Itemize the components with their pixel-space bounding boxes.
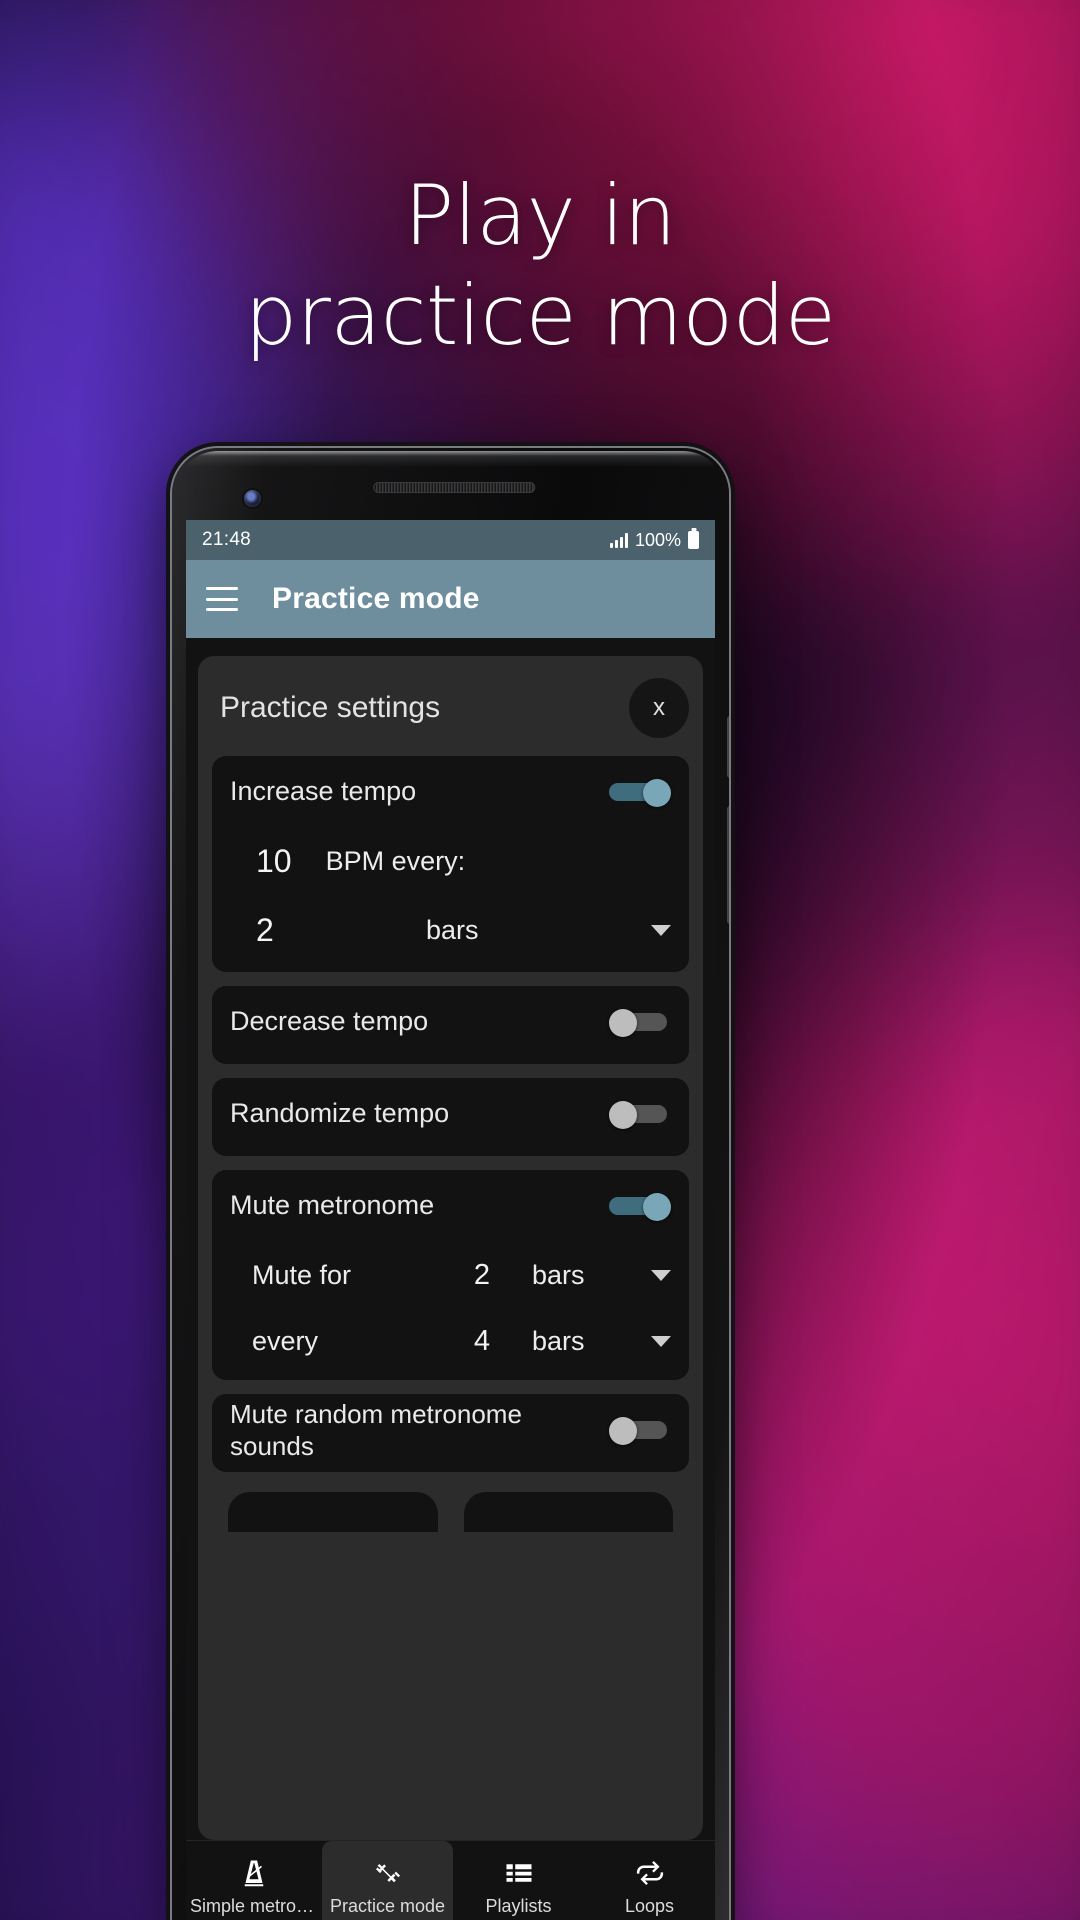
chevron-down-icon[interactable] (651, 924, 671, 936)
setting-card-randomize-tempo: Randomize tempo (212, 1078, 689, 1156)
promo-screenshot: Play in practice mode 21:48 100% Practic… (0, 0, 1080, 1920)
mute-metronome-toggle[interactable] (609, 1193, 671, 1221)
setting-card-mute-metronome: Mute metronome Mute for 2 bars every 4 b… (212, 1170, 689, 1380)
nav-item-playlists[interactable]: Playlists (453, 1841, 584, 1920)
increase-tempo-amount-value[interactable]: 10 (256, 843, 292, 880)
phone-device-frame: 21:48 100% Practice mode Practice settin… (172, 448, 729, 1920)
promo-headline-line1: Play in (404, 167, 676, 264)
nav-label-simple-metronome: Simple metrono… (190, 1896, 318, 1916)
phone-screen: 21:48 100% Practice mode Practice settin… (186, 520, 715, 1920)
nav-item-practice-mode[interactable]: Practice mode (322, 1841, 453, 1920)
mute-random-row[interactable]: Mute random metronome sounds (212, 1394, 689, 1466)
increase-tempo-label: Increase tempo (230, 776, 417, 807)
mute-metronome-label: Mute metronome (230, 1190, 435, 1221)
front-camera (244, 490, 261, 507)
decrease-tempo-toggle[interactable] (609, 1009, 671, 1037)
increase-tempo-interval-row: 2 bars (212, 894, 689, 966)
metronome-icon (237, 1856, 271, 1890)
nav-label-playlists: Playlists (485, 1896, 552, 1916)
status-bar-clock: 21:48 (202, 529, 252, 550)
decrease-tempo-row[interactable]: Decrease tempo (212, 986, 689, 1058)
hamburger-menu-icon[interactable] (206, 587, 238, 611)
increase-tempo-amount-unit: BPM every: (325, 845, 466, 876)
status-bar-system-icons: 100% (609, 529, 699, 551)
randomize-tempo-label: Randomize tempo (230, 1098, 450, 1129)
mute-every-unit: bars (532, 1325, 585, 1356)
sheet-title: Practice settings (220, 691, 441, 724)
chevron-down-icon[interactable] (651, 1269, 671, 1281)
obscured-button-left[interactable] (228, 1492, 438, 1532)
close-icon[interactable]: x (629, 678, 689, 738)
obscured-button-right[interactable] (463, 1492, 673, 1532)
promo-headline-line2: practice mode (244, 267, 836, 364)
sheet-header: Practice settings x (198, 656, 703, 756)
mute-every-row: every 4 bars (212, 1308, 689, 1374)
mute-random-toggle[interactable] (609, 1417, 671, 1445)
randomize-tempo-row[interactable]: Randomize tempo (212, 1078, 689, 1150)
earpiece-speaker (372, 482, 535, 493)
battery-percent-label: 100% (634, 529, 681, 550)
nav-label-loops: Loops (624, 1896, 675, 1916)
mute-for-unit: bars (532, 1259, 585, 1290)
bottom-navigation-bar: Simple metrono… Practice mode Playlists (186, 1840, 715, 1920)
mute-for-value[interactable]: 2 (432, 1259, 532, 1292)
increase-tempo-row[interactable]: Increase tempo (212, 756, 689, 828)
signal-bars-icon (609, 532, 628, 548)
mute-every-label: every (252, 1325, 319, 1356)
volume-button[interactable] (727, 806, 729, 924)
mute-for-row: Mute for 2 bars (212, 1242, 689, 1308)
battery-full-icon (688, 531, 699, 549)
status-bar: 21:48 100% (186, 520, 715, 560)
randomize-tempo-toggle[interactable] (609, 1101, 671, 1129)
setting-card-mute-random-metronome-sounds: Mute random metronome sounds (212, 1394, 689, 1472)
increase-tempo-toggle[interactable] (609, 779, 671, 807)
mute-for-label: Mute for (252, 1259, 352, 1290)
dumbbell-icon (371, 1856, 405, 1890)
mute-every-value[interactable]: 4 (432, 1325, 532, 1358)
list-icon (502, 1856, 536, 1890)
increase-tempo-interval-unit: bars (426, 914, 479, 945)
increase-tempo-interval-value[interactable]: 2 (256, 912, 406, 949)
loop-icon (633, 1856, 667, 1890)
mute-metronome-row[interactable]: Mute metronome (212, 1170, 689, 1242)
obscured-buttons-row (212, 1486, 689, 1532)
practice-settings-sheet: Practice settings x Increase tempo 10 BP… (198, 656, 703, 1840)
nav-item-simple-metronome[interactable]: Simple metrono… (186, 1841, 322, 1920)
setting-card-increase-tempo: Increase tempo 10 BPM every: 2 bars (212, 756, 689, 972)
setting-card-decrease-tempo: Decrease tempo (212, 986, 689, 1064)
mute-random-label: Mute random metronome sounds (230, 1398, 522, 1462)
power-button[interactable] (727, 716, 729, 778)
promo-headline: Play in practice mode (0, 166, 1080, 366)
nav-label-practice-mode: Practice mode (329, 1896, 446, 1916)
decrease-tempo-label: Decrease tempo (230, 1006, 429, 1037)
settings-list[interactable]: Increase tempo 10 BPM every: 2 bars Decr… (198, 756, 703, 1826)
chevron-down-icon[interactable] (651, 1335, 671, 1347)
increase-tempo-amount-row: 10 BPM every: (212, 828, 689, 894)
app-bar: Practice mode (186, 560, 715, 638)
app-content: Practice settings x Increase tempo 10 BP… (186, 638, 715, 1840)
nav-item-loops[interactable]: Loops (584, 1841, 715, 1920)
page-title: Practice mode (272, 582, 480, 615)
